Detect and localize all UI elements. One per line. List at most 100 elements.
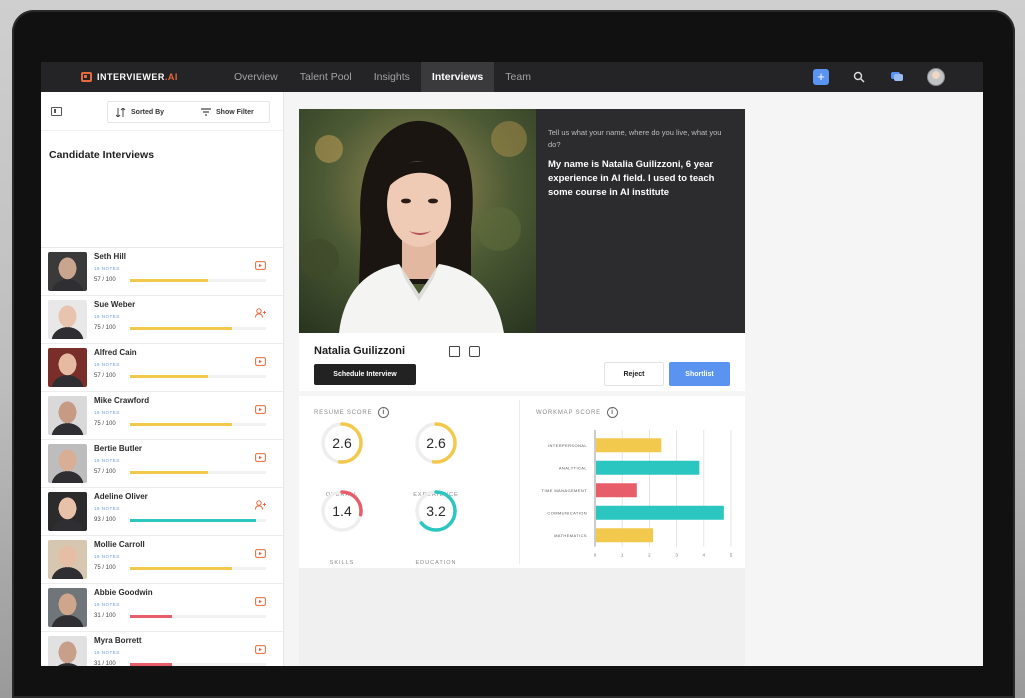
score-bar-fill	[130, 519, 257, 522]
candidate-row[interactable]: Myra Borrett 18 NOTES 31 / 100	[41, 632, 283, 666]
candidate-video-frame	[299, 109, 536, 333]
score-gauge: 2.6	[320, 421, 364, 465]
video-icon[interactable]	[255, 353, 266, 366]
candidate-name: Natalia Guilizzoni	[314, 345, 406, 357]
show-filter-button[interactable]: Show Filter	[201, 108, 254, 116]
x-tick-label: 2	[648, 553, 651, 558]
candidate-info: Adeline Oliver 18 NOTES 93 / 100	[94, 492, 266, 531]
document-icon[interactable]	[449, 346, 460, 357]
schedule-interview-button[interactable]: Schedule Interview	[314, 364, 416, 385]
chat-icon[interactable]	[889, 69, 905, 85]
sort-label: Sorted By	[131, 108, 165, 116]
gauge-value: 2.6	[332, 435, 352, 451]
candidate-name: Mollie Carroll	[94, 540, 145, 549]
candidate-name: Abbie Goodwin	[94, 588, 153, 597]
workmap-bar[interactable]	[596, 438, 662, 453]
x-tick-label: 1	[621, 553, 624, 558]
video-icon[interactable]	[255, 449, 266, 462]
section-divider	[519, 400, 520, 564]
reject-button[interactable]: Reject	[604, 362, 664, 386]
scores-panel: RESUME SCORE i WORKMAP SCORE i 2.6 OVERAL…	[299, 396, 745, 568]
candidate-notes: 18 NOTES	[94, 554, 120, 559]
tab-insights[interactable]: Insights	[363, 62, 421, 92]
score-bar	[130, 567, 266, 570]
candidate-photo	[48, 396, 87, 435]
video-icon[interactable]	[255, 401, 266, 414]
candidate-row[interactable]: Mike Crawford 18 NOTES 75 / 100	[41, 392, 283, 440]
top-navbar: INTERVIEWER.AI Overview Talent Pool Insi…	[41, 62, 983, 92]
interview-question: Tell us what your name, where do you liv…	[548, 128, 722, 149]
candidate-score: 57 / 100	[94, 469, 116, 475]
score-bar	[130, 423, 266, 426]
nav-actions: +	[813, 68, 945, 86]
workmap-bar[interactable]	[596, 460, 700, 475]
user-avatar[interactable]	[927, 68, 945, 86]
candidate-row[interactable]: Mollie Carroll 18 NOTES 75 / 100	[41, 536, 283, 584]
video-icon[interactable]	[255, 257, 266, 270]
workmap-bar[interactable]	[596, 528, 654, 543]
x-tick-label: 5	[730, 553, 733, 558]
app-logo[interactable]: INTERVIEWER.AI	[81, 72, 221, 82]
score-bar	[130, 327, 266, 330]
linkedin-icon[interactable]	[469, 346, 480, 357]
interview-video[interactable]	[299, 109, 536, 333]
workmap-bar-chart: 0 1 2 3 4 5 INTERPERSONAL ANALYTICAL TIME MANAGE…	[542, 430, 733, 558]
tab-interviews[interactable]: Interviews	[420, 62, 495, 92]
person-icon[interactable]	[255, 305, 266, 318]
person-icon[interactable]	[255, 497, 266, 510]
candidate-info: Mollie Carroll 18 NOTES 75 / 100	[94, 540, 266, 579]
candidate-score: 31 / 100	[94, 613, 116, 619]
tab-team[interactable]: Team	[494, 62, 542, 92]
content-background	[299, 568, 745, 666]
candidate-info: Alfred Cain 18 NOTES 57 / 100	[94, 348, 266, 387]
resume-score-header: RESUME SCORE i	[314, 407, 390, 418]
candidate-profile: Natalia Guilizzoni Schedule Interview Re…	[299, 333, 745, 391]
candidate-info: Abbie Goodwin 18 NOTES 31 / 100	[94, 588, 266, 627]
score-gauge: 2.6	[414, 421, 458, 465]
gauge-label: EDUCATION	[415, 560, 457, 566]
candidate-name: Bertie Butler	[94, 444, 143, 453]
search-icon[interactable]	[851, 69, 867, 85]
candidate-row[interactable]: Seth Hill 18 NOTES 57 / 100	[41, 248, 283, 296]
panel-toggle-icon[interactable]	[51, 106, 62, 116]
video-icon[interactable]	[255, 545, 266, 558]
video-icon[interactable]	[255, 641, 266, 654]
candidate-score: 75 / 100	[94, 565, 116, 571]
workmap-bar[interactable]	[596, 505, 724, 520]
candidate-row[interactable]: Sue Weber 18 NOTES 75 / 100	[41, 296, 283, 344]
x-tick-label: 0	[594, 553, 597, 558]
candidate-info: Bertie Butler 18 NOTES 57 / 100	[94, 444, 266, 483]
candidate-score: 93 / 100	[94, 517, 116, 523]
video-icon[interactable]	[255, 593, 266, 606]
score-bar-fill	[130, 327, 232, 330]
candidate-row[interactable]: Bertie Butler 18 NOTES 57 / 100	[41, 440, 283, 488]
info-icon[interactable]: i	[606, 407, 618, 418]
candidate-score: 31 / 100	[94, 661, 116, 666]
workmap-bar[interactable]	[596, 483, 637, 498]
shortlist-button[interactable]: Shortlist	[669, 362, 730, 386]
filter-label: Show Filter	[216, 108, 254, 116]
score-bar	[130, 519, 266, 522]
sidebar-title: Candidate Interviews	[41, 130, 283, 247]
tab-overview[interactable]: Overview	[223, 62, 289, 92]
score-bar-fill	[130, 423, 232, 426]
transcript-panel: Tell us what your name, where do you liv…	[536, 109, 745, 333]
candidate-row[interactable]: Adeline Oliver 18 NOTES 93 / 100	[41, 488, 283, 536]
category-label: TIME MANAGEMENT	[542, 488, 587, 493]
candidate-info: Sue Weber 18 NOTES 75 / 100	[94, 300, 266, 339]
tab-talent-pool[interactable]: Talent Pool	[289, 62, 363, 92]
candidate-notes: 18 NOTES	[94, 266, 120, 271]
app-screen: INTERVIEWER.AI Overview Talent Pool Insi…	[41, 62, 983, 666]
logo-text: INTERVIEWER.AI	[97, 72, 178, 82]
score-gauge: 1.4	[320, 489, 364, 533]
nav-tabs: Overview Talent Pool Insights Interviews…	[223, 62, 542, 92]
candidate-row[interactable]: Abbie Goodwin 18 NOTES 31 / 100	[41, 584, 283, 632]
workmap-score-label: WORKMAP SCORE	[536, 409, 601, 416]
sort-button[interactable]: Sorted By	[116, 107, 201, 117]
info-icon[interactable]: i	[378, 407, 390, 418]
candidate-list: Seth Hill 18 NOTES 57 / 100 Sue Weber 18 NOT…	[41, 247, 283, 666]
add-button[interactable]: +	[813, 69, 829, 85]
candidate-name: Seth Hill	[94, 252, 127, 261]
category-label: INTERPERSONAL	[548, 443, 587, 448]
candidate-row[interactable]: Alfred Cain 18 NOTES 57 / 100	[41, 344, 283, 392]
